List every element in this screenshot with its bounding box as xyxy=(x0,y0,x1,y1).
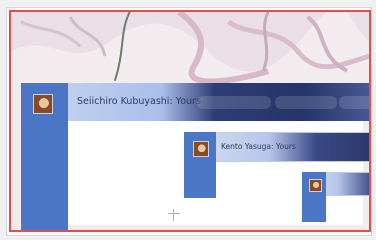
notification-bar-2[interactable]: Kento Yasuga: Yours xyxy=(184,132,369,198)
notification-bar-3[interactable] xyxy=(302,172,369,222)
notification-2-text: Kento Yasuga: Yours xyxy=(221,142,296,151)
notification-bar-1[interactable]: Seiichiro Kubuyashi: Yours xyxy=(21,83,369,230)
user-avatar-icon xyxy=(193,141,209,157)
screenshot-area: Seiichiro Kubuyashi: Yours Kento Yasuga:… xyxy=(9,10,371,232)
cursor-crosshair-horizontal xyxy=(168,213,180,214)
user-avatar-icon xyxy=(33,94,53,114)
notification-1-pill-1[interactable] xyxy=(197,96,271,109)
notification-1-text: Seiichiro Kubuyashi: Yours xyxy=(77,96,201,107)
notification-1-pill-2[interactable] xyxy=(275,96,337,109)
cursor-crosshair-vertical xyxy=(173,209,174,221)
notification-1-pill-3[interactable] xyxy=(339,96,369,109)
user-avatar-icon xyxy=(309,179,322,192)
